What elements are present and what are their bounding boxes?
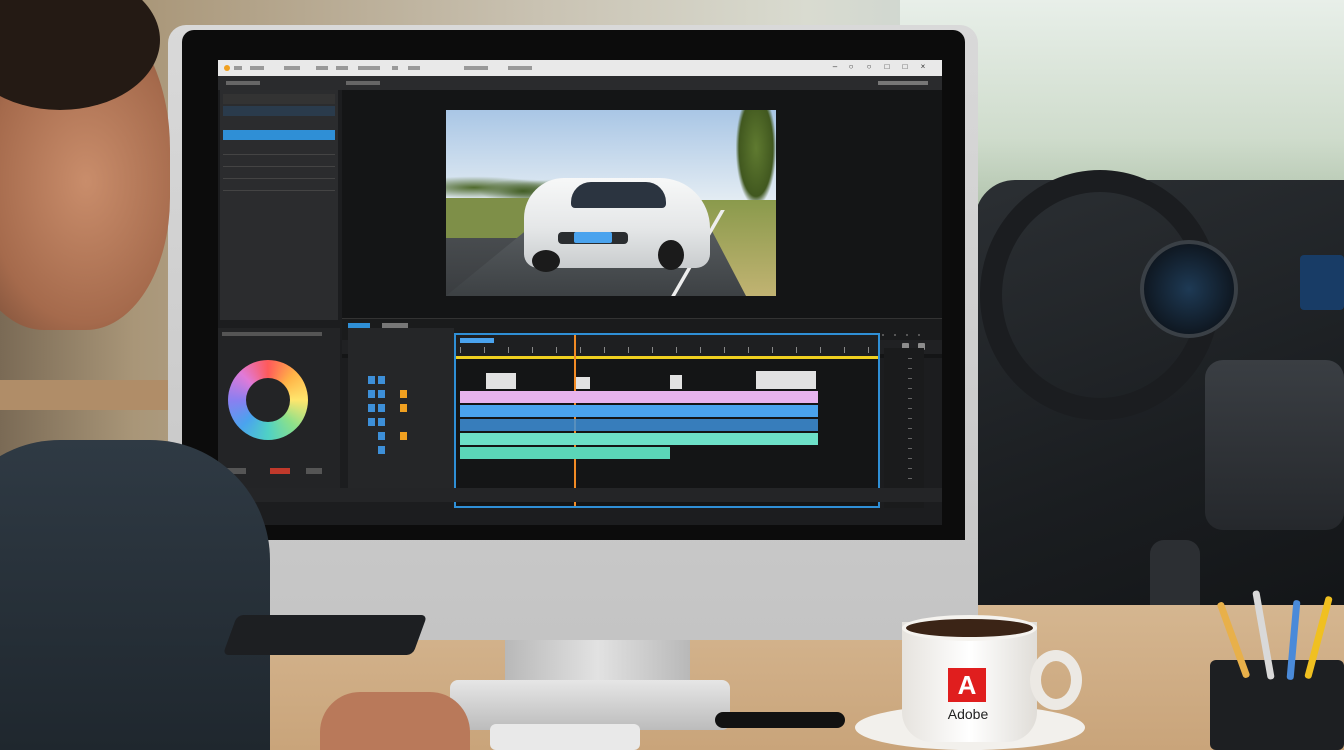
- track-toggle[interactable]: [378, 446, 385, 454]
- app-icon: [224, 65, 230, 71]
- restore-button[interactable]: □: [900, 62, 910, 72]
- video-track-clip[interactable]: [460, 419, 818, 431]
- mug-handle: [1030, 650, 1082, 710]
- minimize-button[interactable]: –: [830, 62, 840, 72]
- list-item[interactable]: [223, 156, 335, 167]
- list-item[interactable]: [223, 168, 335, 179]
- video-editor-app: – ○ ○ □ □ ×: [218, 60, 942, 525]
- person-hand: [320, 692, 470, 750]
- timeline-ruler[interactable]: [456, 335, 878, 359]
- timeline-panel[interactable]: [454, 333, 880, 508]
- sequence-tab[interactable]: [460, 338, 494, 343]
- audio-track-clip[interactable]: [460, 433, 818, 445]
- panel-tab[interactable]: [878, 81, 928, 85]
- menu-item[interactable]: [508, 66, 532, 70]
- keyboard: [490, 724, 640, 750]
- panel-header: [222, 332, 322, 336]
- adobe-logo-letter: A: [957, 670, 977, 700]
- color-wheel-center: [246, 378, 290, 422]
- menu-item[interactable]: [392, 66, 398, 70]
- menu-item[interactable]: [250, 66, 264, 70]
- menu-item[interactable]: [234, 66, 242, 70]
- list-item[interactable]: [223, 94, 335, 104]
- maximize-button[interactable]: □: [882, 62, 892, 72]
- panel-header-bar: [218, 76, 942, 90]
- speedometer-gauge: [1140, 240, 1238, 338]
- settings-icon[interactable]: ○: [846, 62, 856, 72]
- video-clip[interactable]: [486, 373, 516, 389]
- wall-shelf: [0, 380, 180, 410]
- audio-track-clip[interactable]: [460, 447, 670, 459]
- panel-tab[interactable]: [226, 81, 260, 85]
- track-toggle[interactable]: [368, 418, 375, 426]
- coffee-surface: [902, 615, 1037, 641]
- menu-item[interactable]: [316, 66, 328, 70]
- title-track-clip[interactable]: [460, 391, 818, 403]
- car-wheel: [532, 250, 560, 272]
- car-windshield: [571, 182, 666, 208]
- panel-button[interactable]: [306, 468, 322, 474]
- track-lock-icon[interactable]: [400, 432, 407, 440]
- track-toggle[interactable]: [378, 418, 385, 426]
- track-toggle[interactable]: [368, 390, 375, 398]
- video-tree: [736, 110, 776, 205]
- car-infotainment-screen: [1300, 255, 1344, 310]
- track-toggle[interactable]: [378, 390, 385, 398]
- video-track-clip[interactable]: [460, 405, 818, 417]
- menu-item[interactable]: [464, 66, 488, 70]
- menu-item[interactable]: [408, 66, 420, 70]
- track-toggle[interactable]: [368, 376, 375, 384]
- track-lock-icon[interactable]: [400, 390, 407, 398]
- menu-item[interactable]: [284, 66, 300, 70]
- work-area-bar[interactable]: [456, 356, 878, 359]
- search-icon[interactable]: ○: [864, 62, 874, 72]
- ruler-ticks: [460, 347, 874, 353]
- list-item[interactable]: [223, 180, 335, 191]
- car-wheel: [658, 240, 684, 270]
- close-button[interactable]: ×: [918, 62, 928, 72]
- pen: [715, 712, 845, 728]
- panel-tab[interactable]: [346, 81, 380, 85]
- list-item[interactable]: [223, 106, 335, 116]
- person-shirt: [0, 440, 270, 750]
- menu-item[interactable]: [336, 66, 348, 70]
- list-item-selected[interactable]: [223, 130, 335, 140]
- status-bar: [218, 488, 942, 502]
- title-bar: – ○ ○ □ □ ×: [218, 60, 942, 76]
- meter-scale: [908, 358, 912, 498]
- apple-logo-icon: [541, 557, 575, 597]
- project-panel: [220, 90, 338, 320]
- track-toggle[interactable]: [378, 432, 385, 440]
- video-clip[interactable]: [756, 371, 816, 389]
- track-toggle[interactable]: [378, 404, 385, 412]
- track-toggle[interactable]: [368, 404, 375, 412]
- mug-brand-text: Adobe: [947, 706, 989, 722]
- list-item[interactable]: [223, 144, 335, 155]
- video-preview[interactable]: [446, 110, 776, 296]
- video-clip[interactable]: [576, 377, 590, 389]
- record-button[interactable]: [270, 468, 290, 474]
- car-license-plate: [574, 232, 612, 243]
- audio-meter: [884, 348, 924, 508]
- monitor-stand-base: [450, 680, 730, 730]
- menu-item[interactable]: [358, 66, 380, 70]
- track-header-panel: [348, 328, 454, 488]
- list-item[interactable]: [223, 192, 335, 202]
- track-lock-icon[interactable]: [400, 404, 407, 412]
- pencil-cup: [1210, 590, 1344, 750]
- car-center-console: [1205, 360, 1344, 530]
- lumetri-color-panel: [218, 328, 340, 488]
- tablet-device: [222, 615, 428, 655]
- track-toggle[interactable]: [378, 376, 385, 384]
- video-clip[interactable]: [670, 375, 682, 389]
